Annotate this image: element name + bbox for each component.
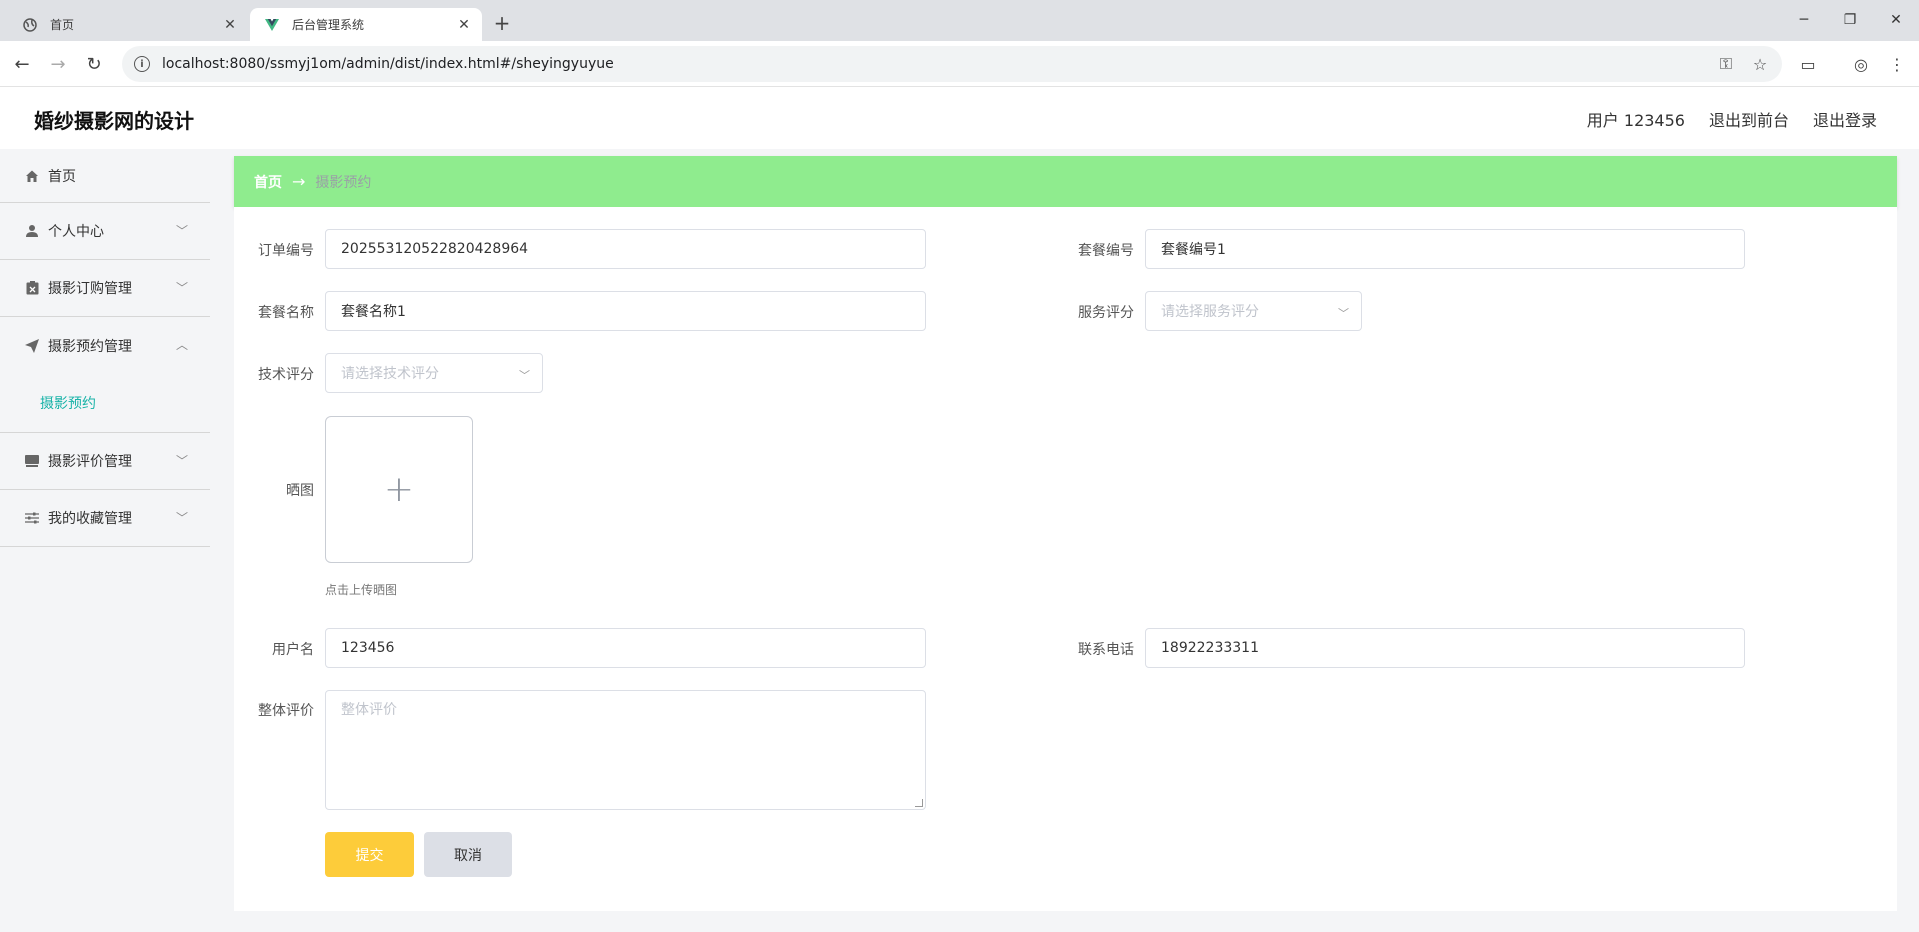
clipboard-icon: [24, 280, 40, 296]
package-name-label: 套餐名称: [258, 305, 314, 321]
close-icon[interactable]: ✕: [220, 15, 240, 35]
password-key-icon[interactable]: ⚿: [1714, 52, 1738, 76]
new-tab-button[interactable]: +: [490, 11, 514, 35]
photo-upload-tip: 点击上传晒图: [325, 583, 398, 597]
order-no-label: 订单编号: [258, 243, 314, 259]
send-icon: [24, 338, 40, 354]
sidebar-item-label: 首页: [48, 168, 76, 185]
site-info-icon[interactable]: i: [134, 56, 150, 72]
sidebar-item-appointment-management[interactable]: 摄影预约管理 ︿: [0, 317, 210, 374]
phone-label: 联系电话: [1078, 642, 1134, 658]
package-no-label: 套餐编号: [1078, 243, 1134, 259]
package-no-field[interactable]: 套餐编号1: [1145, 229, 1745, 269]
close-window-icon[interactable]: ✕: [1873, 6, 1919, 34]
arrow-right-icon: →: [292, 172, 306, 191]
minimize-icon[interactable]: ─: [1781, 6, 1827, 34]
sidebar-item-label: 个人中心: [48, 224, 104, 240]
profile-icon[interactable]: ◎: [1847, 50, 1875, 78]
overall-review-textarea[interactable]: 整体评价: [325, 690, 926, 810]
service-rating-label: 服务评分: [1078, 305, 1134, 321]
reload-icon[interactable]: ↻: [80, 50, 108, 78]
back-icon[interactable]: ←: [8, 50, 36, 78]
sliders-icon: [24, 510, 40, 526]
order-no-field[interactable]: 2025531205228204289​64: [325, 229, 926, 269]
browser-tab-admin[interactable]: 后台管理系统 ✕: [250, 8, 482, 41]
overall-review-placeholder: 整体评价: [341, 702, 397, 718]
app-header: 婚纱摄影网的设计 用户 123456 退出到前台 退出登录: [0, 87, 1919, 149]
service-rating-placeholder: 请选择服务评分: [1161, 304, 1259, 320]
app-title: 婚纱摄影网的设计: [34, 109, 194, 133]
sidebar-item-home[interactable]: 首页: [0, 149, 210, 203]
chevron-down-icon: ﹀: [519, 369, 530, 382]
menu-kebab-icon[interactable]: ⋮: [1883, 50, 1911, 78]
sidebar-item-label: 摄影预约管理: [48, 338, 132, 355]
photo-upload-button[interactable]: +: [325, 416, 473, 563]
browser-tabstrip: 首页 ✕ 后台管理系统 ✕ + ─ ❐ ✕: [0, 0, 1919, 41]
exit-to-front-link[interactable]: 退出到前台: [1709, 107, 1789, 131]
logout-link[interactable]: 退出登录: [1813, 107, 1877, 131]
breadcrumb-current: 摄影预约: [315, 174, 372, 191]
sidebar-subitem-appointment[interactable]: 摄影预约: [0, 374, 210, 433]
user-label: 用户 123456: [1586, 111, 1685, 130]
address-url[interactable]: localhost:8080/ssmyj1om/admin/dist/index…: [162, 56, 1714, 72]
chevron-down-icon: ﹀: [1338, 307, 1349, 320]
sidebar-item-profile[interactable]: 个人中心 ﹀: [0, 203, 210, 260]
sidebar-item-review-management[interactable]: 摄影评价管理 ﹀: [0, 433, 210, 490]
tab-title: 后台管理系统: [292, 18, 365, 32]
globe-icon: [22, 17, 38, 33]
browser-toolbar: ← → ↻ i localhost:8080/ssmyj1om/admin/di…: [0, 41, 1919, 87]
submit-button[interactable]: 提交: [325, 832, 414, 877]
breadcrumb-home[interactable]: 首页: [254, 172, 282, 192]
chevron-down-icon: ﹀: [175, 224, 188, 238]
chevron-down-icon: ﹀: [175, 454, 188, 468]
photo-label: 晒图: [286, 483, 314, 499]
tab-search-icon[interactable]: ▭: [1794, 50, 1822, 78]
breadcrumb: 首页 → 摄影预约: [234, 156, 1897, 207]
tech-rating-select[interactable]: 请选择技术评分 ﹀: [325, 353, 543, 393]
browser-tab-home[interactable]: 首页 ✕: [8, 8, 248, 41]
address-bar[interactable]: i localhost:8080/ssmyj1om/admin/dist/ind…: [122, 46, 1782, 82]
vue-logo-icon: [264, 17, 280, 33]
tab-title: 首页: [50, 18, 75, 32]
tech-rating-placeholder: 请选择技术评分: [341, 366, 439, 382]
username-label: 用户名: [272, 642, 314, 658]
sidebar-item-label: 摄影评价管理: [48, 454, 132, 470]
package-name-field[interactable]: 套餐名称1: [325, 291, 926, 331]
sidebar: 首页 个人中心 ﹀ 摄影订购管理 ﹀ 摄影预约管理 ︿ 摄影预约 摄影评价管理 …: [0, 149, 210, 932]
user-icon: [24, 223, 40, 239]
resize-grip-icon[interactable]: [915, 799, 923, 807]
username-field[interactable]: 123456: [325, 628, 926, 668]
bookmark-star-icon[interactable]: ☆: [1748, 52, 1772, 76]
home-icon: [24, 168, 40, 184]
plus-icon: +: [383, 469, 415, 510]
restore-icon[interactable]: ❐: [1827, 6, 1873, 34]
sidebar-item-favorites-management[interactable]: 我的收藏管理 ﹀: [0, 490, 210, 547]
forward-icon[interactable]: →: [44, 50, 72, 78]
sidebar-item-order-management[interactable]: 摄影订购管理 ﹀: [0, 260, 210, 317]
close-icon[interactable]: ✕: [454, 15, 474, 35]
cancel-button[interactable]: 取消: [424, 832, 512, 877]
header-links: 用户 123456 退出到前台 退出登录: [1587, 107, 1877, 131]
chevron-down-icon: ﹀: [175, 511, 188, 525]
chevron-down-icon: ﹀: [175, 281, 188, 295]
folder-icon: [24, 453, 40, 469]
tech-rating-label: 技术评分: [258, 367, 314, 383]
service-rating-select[interactable]: 请选择服务评分 ﹀: [1145, 291, 1362, 331]
chevron-up-icon: ︿: [175, 338, 188, 352]
phone-field[interactable]: 18922233311: [1145, 628, 1745, 668]
overall-review-label: 整体评价: [258, 703, 314, 719]
sidebar-item-label: 我的收藏管理: [48, 511, 132, 527]
sidebar-item-label: 摄影订购管理: [48, 281, 132, 297]
